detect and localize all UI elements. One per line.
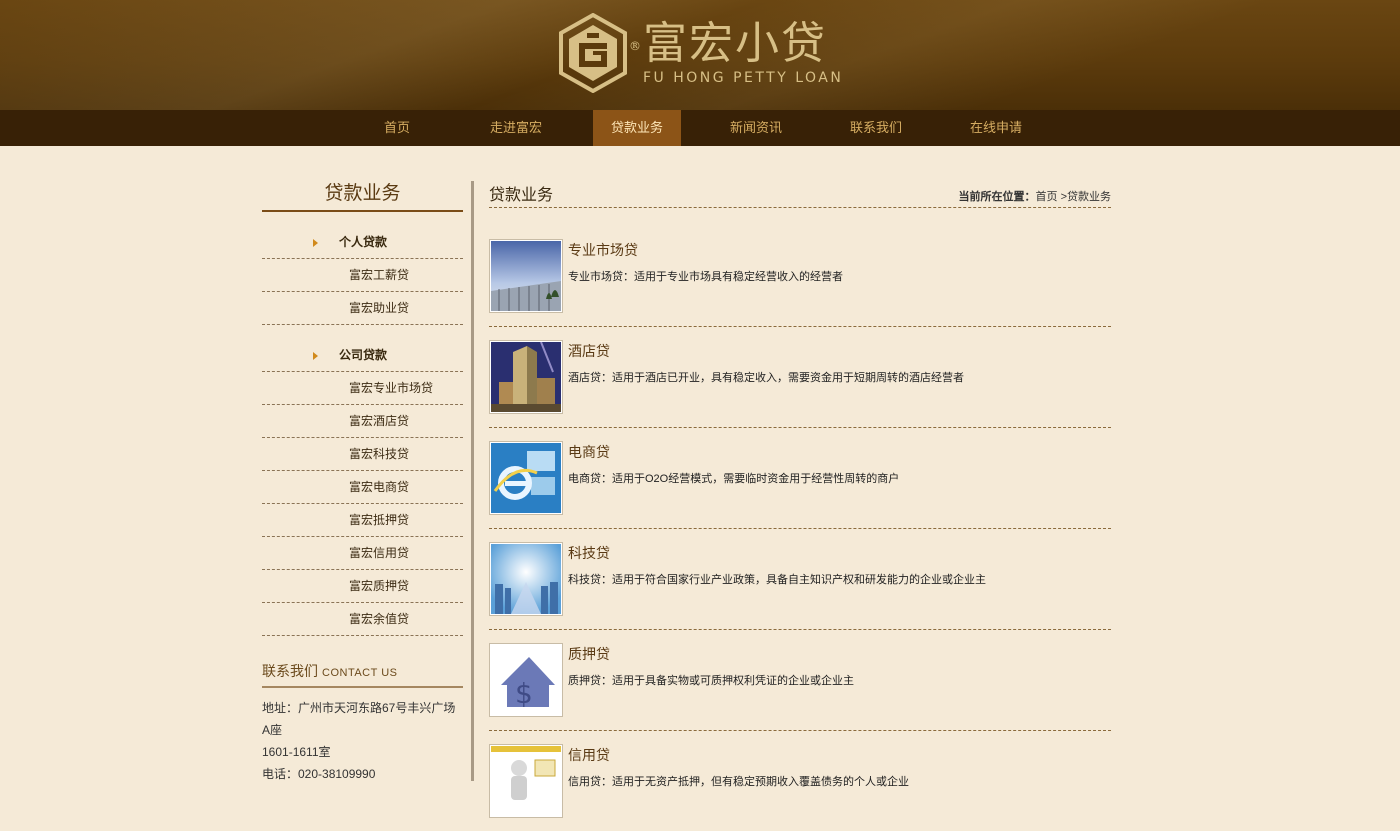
sidebar-category-label: 个人贷款 — [339, 235, 388, 249]
loan-item-title[interactable]: 电商贷 — [568, 442, 610, 462]
site-logo[interactable]: ® 富宏小贷 FU HONG PETTY LOAN — [557, 12, 857, 94]
registered-mark: ® — [629, 39, 643, 53]
arrow-right-icon — [313, 352, 318, 360]
nav-item-news[interactable]: 新闻资讯 — [712, 110, 800, 146]
ecommerce-ie-image[interactable] — [489, 441, 563, 515]
sidebar-category-company[interactable]: 公司贷款 — [262, 339, 463, 372]
nav-item-about[interactable]: 走进富宏 — [472, 110, 560, 146]
sidebar-category-label: 公司贷款 — [339, 348, 388, 362]
svg-text:$: $ — [515, 677, 533, 710]
loan-item-desc: 酒店贷：适用于酒店已开业，具有稳定收入，需要资金用于短期周转的酒店经营者 — [568, 372, 964, 384]
nav-item-loans[interactable]: 贷款业务 — [593, 110, 681, 146]
fuhong-logo-icon — [559, 13, 627, 93]
logo-name-cn: ® 富宏小贷 — [629, 18, 843, 69]
sidebar-item-tech-loan[interactable]: 富宏科技贷 — [262, 438, 463, 471]
loan-item-desc: 信用贷：适用于无资产抵押，但有稳定预期收入覆盖债务的个人或企业 — [568, 776, 909, 788]
loan-item-title[interactable]: 信用贷 — [568, 745, 610, 765]
logo-name-cn-text: 富宏小贷 — [643, 18, 827, 69]
contact-phone: 电话：020-38109990 — [262, 767, 376, 781]
sidebar-item-residual-loan[interactable]: 富宏余值贷 — [262, 603, 463, 636]
contact-address-line2: 1601-1611室 — [262, 745, 331, 759]
sidebar-item-hotel-loan[interactable]: 富宏酒店贷 — [262, 405, 463, 438]
tech-city-image[interactable] — [489, 542, 563, 616]
vertical-divider — [471, 181, 474, 781]
loan-item-title[interactable]: 专业市场贷 — [568, 240, 638, 260]
nav-item-apply[interactable]: 在线申请 — [952, 110, 1040, 146]
pledge-house-dollar-image[interactable]: $ — [489, 643, 563, 717]
breadcrumb-label: 当前所在位置： — [958, 191, 1036, 203]
nav-item-home[interactable]: 首页 — [353, 110, 441, 146]
loan-item-ecommerce: 电商贷 电商贷：适用于O2O经营模式，需要临时资金用于经营性周转的商户 — [489, 428, 1111, 529]
sidebar-item-salary-loan[interactable]: 富宏工薪贷 — [262, 259, 463, 292]
sidebar-category-personal[interactable]: 个人贷款 — [262, 226, 463, 259]
main-content: 贷款业务 当前所在位置：首页 >贷款业务 专业市场贷 专业市场贷：适用于专业市场… — [489, 181, 1111, 831]
market-building-image[interactable] — [489, 239, 563, 313]
logo-name-en: FU HONG PETTY LOAN — [643, 70, 844, 86]
loan-item-desc: 电商贷：适用于O2O经营模式，需要临时资金用于经营性周转的商户 — [568, 473, 900, 485]
sidebar-title: 贷款业务 — [262, 176, 463, 212]
sidebar-item-business-loan[interactable]: 富宏助业贷 — [262, 292, 463, 325]
loan-item-pledge: $ 质押贷 质押贷：适用于具备实物或可质押权利凭证的企业或企业主 — [489, 630, 1111, 731]
breadcrumb-separator: > — [1057, 191, 1067, 203]
sidebar: 贷款业务 个人贷款 富宏工薪贷 富宏助业贷 公司贷款 富宏专业市场贷 富宏酒店贷… — [262, 176, 463, 785]
credit-figure-image[interactable] — [489, 744, 563, 818]
contact-box: 联系我们 CONTACT US 地址：广州市天河东路67号丰兴广场A座 1601-… — [262, 661, 463, 785]
loan-item-tech: 科技贷 科技贷：适用于符合国家行业产业政策，具备自主知识产权和研发能力的企业或企… — [489, 529, 1111, 630]
contact-address-line1: 地址：广州市天河东路67号丰兴广场A座 — [262, 701, 456, 737]
contact-title-en: CONTACT US — [322, 667, 398, 679]
loan-item-title[interactable]: 酒店贷 — [568, 341, 610, 361]
breadcrumb-home-link[interactable]: 首页 — [1036, 191, 1058, 203]
contact-title-cn: 联系我们 — [262, 663, 318, 679]
sidebar-item-market-loan[interactable]: 富宏专业市场贷 — [262, 372, 463, 405]
loan-item-credit: 信用贷 信用贷：适用于无资产抵押，但有稳定预期收入覆盖债务的个人或企业 — [489, 731, 1111, 831]
contact-title: 联系我们 CONTACT US — [262, 661, 463, 688]
loan-item-title[interactable]: 质押贷 — [568, 644, 610, 664]
sidebar-item-pledge-loan[interactable]: 富宏质押贷 — [262, 570, 463, 603]
sidebar-item-mortgage-loan[interactable]: 富宏抵押贷 — [262, 504, 463, 537]
loan-item-desc: 科技贷：适用于符合国家行业产业政策，具备自主知识产权和研发能力的企业或企业主 — [568, 574, 986, 586]
nav-item-contact[interactable]: 联系我们 — [832, 110, 920, 146]
site-header: ® 富宏小贷 FU HONG PETTY LOAN — [0, 0, 1400, 110]
loan-item-desc: 专业市场贷：适用于专业市场具有稳定经营收入的经营者 — [568, 271, 843, 283]
arrow-right-icon — [313, 239, 318, 247]
page-title: 贷款业务 — [489, 187, 554, 204]
loan-item-market: 专业市场贷 专业市场贷：适用于专业市场具有稳定经营收入的经营者 — [489, 226, 1111, 327]
sidebar-item-ecommerce-loan[interactable]: 富宏电商贷 — [262, 471, 463, 504]
breadcrumb-current: 贷款业务 — [1067, 191, 1111, 203]
breadcrumb: 当前所在位置：首页 >贷款业务 — [959, 188, 1111, 204]
loan-item-title[interactable]: 科技贷 — [568, 543, 610, 563]
sidebar-item-credit-loan[interactable]: 富宏信用贷 — [262, 537, 463, 570]
hotel-building-image[interactable] — [489, 340, 563, 414]
main-nav: 首页 走进富宏 贷款业务 新闻资讯 联系我们 在线申请 — [0, 110, 1400, 146]
main-header: 贷款业务 当前所在位置：首页 >贷款业务 — [489, 181, 1111, 208]
loan-item-hotel: 酒店贷 酒店贷：适用于酒店已开业，具有稳定收入，需要资金用于短期周转的酒店经营者 — [489, 327, 1111, 428]
loan-item-desc: 质押贷：适用于具备实物或可质押权利凭证的企业或企业主 — [568, 675, 854, 687]
